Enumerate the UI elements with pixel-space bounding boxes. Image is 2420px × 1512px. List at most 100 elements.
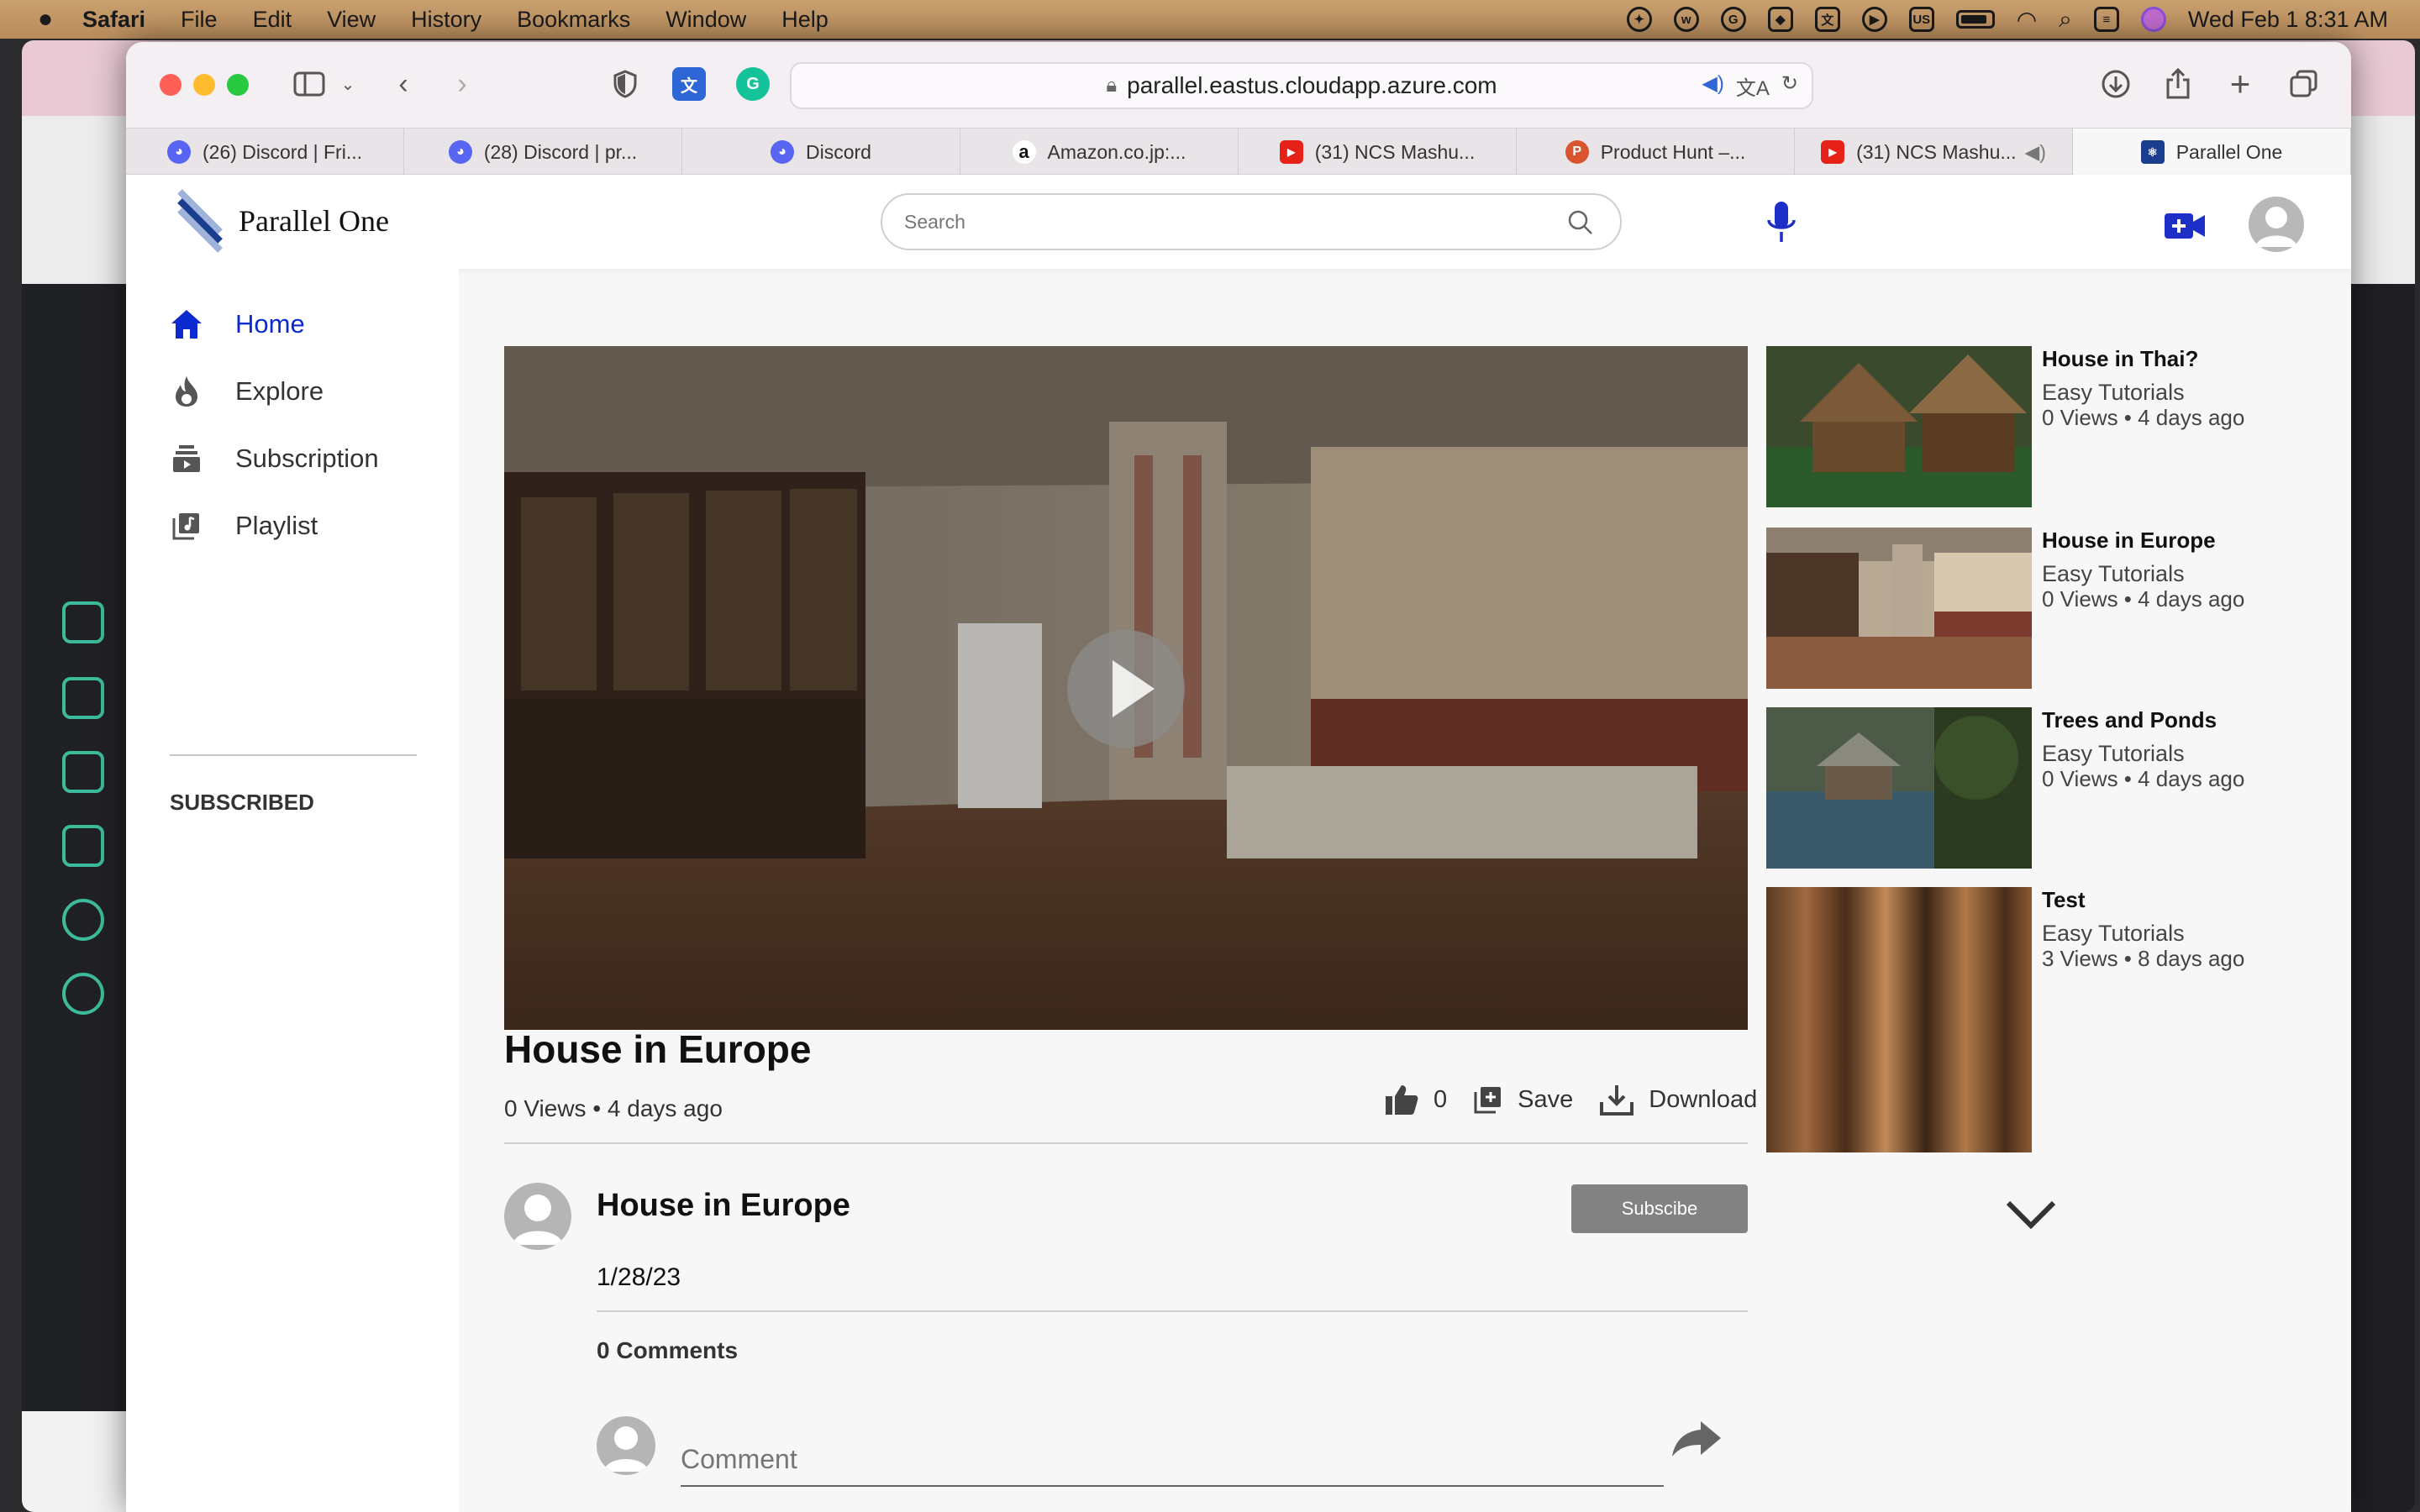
sidebar-item-label: Home [235,309,305,339]
user-avatar[interactable] [2249,197,2304,252]
address-bar[interactable]: 🔒︎ parallel.eastus.cloudapp.azure.com ◀︎… [790,62,1813,109]
browser-tab[interactable]: ◕ Discord [682,129,960,176]
commenter-avatar [597,1416,655,1475]
share-icon[interactable] [2160,67,2196,101]
battery-icon[interactable] [1955,10,1995,29]
browser-tab[interactable]: ◕ (26) Discord | Fri... [126,129,404,176]
spotlight-icon[interactable]: ⌕ [2059,6,2072,34]
control-center-icon[interactable]: ≡ [2093,7,2119,32]
create-video-icon[interactable] [2165,212,2205,240]
save-button[interactable]: Save [1474,1085,1573,1114]
status-app-icon[interactable]: ✦ [1626,7,1652,32]
browser-tab[interactable]: ◕ (28) Discord | pr... [404,129,682,176]
related-channel: Easy Tutorials [2042,380,2185,405]
producthunt-icon: P [1565,140,1589,164]
menu-file[interactable]: File [181,7,218,33]
related-thumbnail-image[interactable] [1766,887,2032,1152]
input-source-indicator[interactable]: US [1908,7,1934,32]
like-button[interactable]: 0 [1385,1084,1447,1116]
related-meta: 0 Views • 4 days ago [2042,405,2245,430]
menu-help[interactable]: Help [781,7,829,33]
forward-arrow-icon[interactable]: › [445,67,479,101]
tab-overview-icon[interactable] [2286,67,2323,101]
menu-app-name[interactable]: Safari [82,7,145,33]
tab-bar: ◕ (26) Discord | Fri... ◕ (28) Discord | p… [126,128,2351,176]
video-meta: 0 Views • 4 days ago [504,1095,723,1121]
related-thumbnail-image[interactable] [1766,707,2032,869]
menubar-clock[interactable]: Wed Feb 1 8:31 AM [2188,7,2388,33]
zoom-window-button[interactable] [227,74,249,96]
related-title[interactable]: Test [2042,887,2086,913]
related-meta: 0 Views • 4 days ago [2042,586,2245,612]
downloads-icon[interactable] [2097,67,2134,101]
chevron-down-icon[interactable]: ⌄ [338,67,358,101]
browser-tab-active[interactable]: ⚛ Parallel One [2073,129,2351,176]
close-window-button[interactable] [160,74,182,96]
browser-tab[interactable]: ▶ (31) NCS Mashu... ◀︎) [1795,129,2073,176]
sidebar-item-subscription[interactable]: Subscription [170,433,379,484]
status-app-icon[interactable]: ◆ [1767,7,1793,32]
tab-audio-icon[interactable]: ◀︎) [2025,141,2046,164]
share-arrow-icon[interactable] [1670,1418,1723,1460]
translate-extension-icon[interactable]: 文 [672,67,706,101]
sidebar-toggle-icon[interactable] [291,67,328,101]
video-actions: 0 Save Download [1385,1084,1784,1116]
privacy-shield-icon[interactable] [608,67,642,101]
microphone-icon[interactable] [1765,200,1798,245]
menu-bookmarks[interactable]: Bookmarks [517,7,630,33]
search-icon[interactable] [1568,210,1593,235]
related-thumbnail-image[interactable] [1766,528,2032,689]
related-thumbnail-image[interactable] [1766,346,2032,507]
menu-window[interactable]: Window [666,7,746,33]
site-logo[interactable]: Parallel One [175,189,389,253]
status-app-icon[interactable]: w [1673,7,1699,32]
browser-tab[interactable]: a Amazon.co.jp:... [960,129,1239,176]
sidebar-item-explore[interactable]: Explore [170,366,324,417]
sidebar-item-label: Subscription [235,444,379,473]
related-title[interactable]: Trees and Ponds [2042,707,2217,733]
channel-name[interactable]: House in Europe [597,1188,850,1224]
menu-view[interactable]: View [327,7,376,33]
channel-avatar[interactable] [504,1183,571,1250]
back-arrow-icon[interactable]: ‹ [387,67,420,101]
grammarly-status-icon[interactable]: G [1720,7,1746,32]
play-button[interactable] [1067,630,1185,748]
comment-input[interactable] [681,1433,1664,1487]
browser-tab[interactable]: P Product Hunt –... [1517,129,1795,176]
translate-page-icon[interactable]: 文A [1736,71,1770,101]
wifi-icon[interactable]: ◠ [2017,6,2037,34]
help-icon [62,899,104,941]
menu-history[interactable]: History [411,7,481,33]
search-input[interactable] [881,193,1622,250]
users-icon [62,825,104,867]
subscribe-button[interactable]: Subscibe [1571,1184,1748,1233]
chevron-down-icon[interactable] [2005,1198,2057,1231]
related-video[interactable]: Test Easy Tutorials 3 Views • 8 days ago [1766,887,2351,1156]
related-title[interactable]: House in Europe [2042,528,2216,554]
apple-menu-icon[interactable]: ● [30,5,60,34]
safari-window: ⌄ ‹ › 文 G 🔒︎ parallel.eastus.cloudapp.az… [126,42,2351,1512]
browser-tab[interactable]: ▶ (31) NCS Mashu... [1239,129,1517,176]
play-status-icon[interactable]: ▶ [1861,7,1887,32]
translate-status-icon[interactable]: 文 [1814,7,1840,32]
like-count: 0 [1434,1085,1448,1113]
minimize-window-button[interactable] [193,74,215,96]
siri-icon[interactable] [2140,7,2166,32]
related-video[interactable]: House in Europe Easy Tutorials 0 Views •… [1766,528,2351,696]
download-button[interactable]: Download [1600,1084,1757,1116]
reload-icon[interactable]: ↻ [1781,71,1798,101]
home-icon [170,307,203,341]
sidebar-item-playlist[interactable]: Playlist [170,501,318,551]
sidebar-item-home[interactable]: Home [170,299,305,349]
download-icon [1600,1085,1634,1116]
chat-icon [62,751,104,793]
related-meta: 3 Views • 8 days ago [2042,946,2245,971]
grammarly-extension-icon[interactable]: G [736,67,770,101]
related-video[interactable]: House in Thai? Easy Tutorials 0 Views • … [1766,346,2351,514]
related-title[interactable]: House in Thai? [2042,346,2198,372]
menu-edit[interactable]: Edit [253,7,292,33]
related-video[interactable]: Trees and Ponds Easy Tutorials 0 Views •… [1766,707,2351,875]
new-tab-icon[interactable]: + [2222,64,2259,103]
discord-icon: ◕ [771,140,795,164]
audio-playing-icon[interactable]: ◀︎) [1702,71,1723,101]
